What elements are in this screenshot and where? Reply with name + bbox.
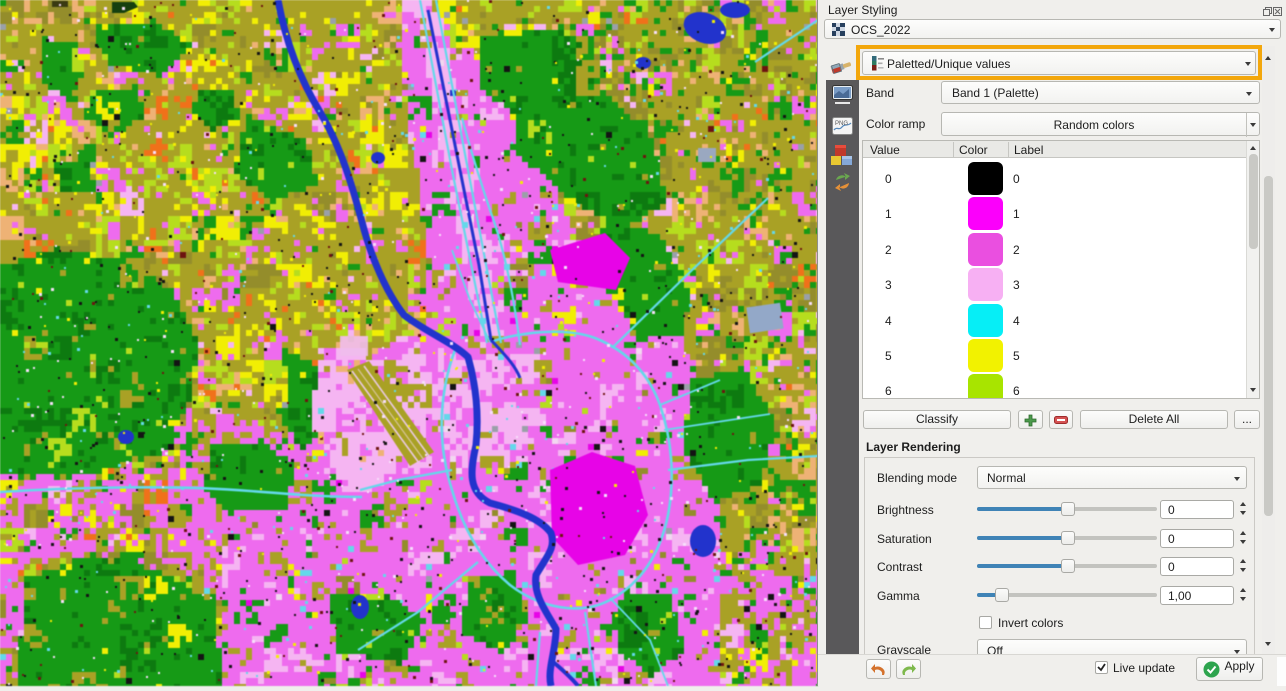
svg-text:PNG: PNG xyxy=(835,121,848,127)
